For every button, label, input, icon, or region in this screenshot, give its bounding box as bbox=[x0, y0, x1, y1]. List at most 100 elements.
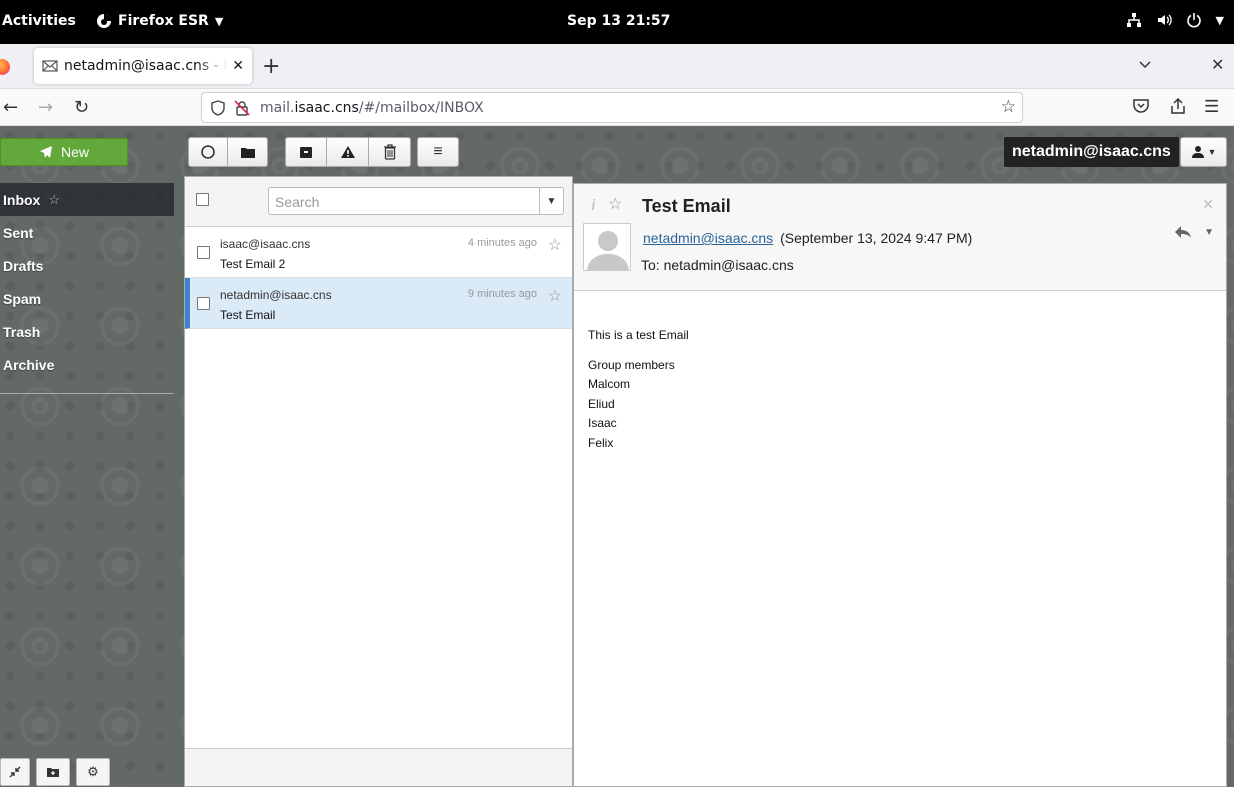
tab-close-icon[interactable]: ✕ bbox=[232, 58, 244, 74]
reply-options-caret-icon[interactable]: ▼ bbox=[1204, 227, 1214, 238]
chevron-down-icon: ▼ bbox=[214, 14, 224, 28]
paper-plane-icon bbox=[39, 146, 52, 158]
browser-nav-bar: ← → ↻ mail.isaac.cns/#/mailbox/INBOX ☆ ☰ bbox=[0, 89, 1234, 126]
url-bar[interactable]: mail.isaac.cns/#/mailbox/INBOX ☆ bbox=[201, 92, 1023, 123]
system-tray[interactable]: ▼ bbox=[1126, 12, 1224, 28]
collapse-arrows-icon[interactable] bbox=[0, 758, 30, 786]
body-line: Group members bbox=[588, 357, 675, 372]
back-arrow-icon[interactable]: ← bbox=[3, 97, 18, 118]
message-list-footer bbox=[185, 748, 572, 786]
star-icon[interactable]: ☆ bbox=[548, 286, 562, 306]
menu-lines-icon: ≡ bbox=[433, 143, 443, 160]
bookmark-star-icon[interactable]: ☆ bbox=[1001, 97, 1016, 117]
hamburger-menu-icon[interactable]: ☰ bbox=[1204, 97, 1219, 117]
info-icon[interactable]: i bbox=[591, 195, 596, 215]
activities-button[interactable]: Activities bbox=[2, 13, 76, 29]
search-box: Search ▼ bbox=[268, 187, 564, 215]
message-subject: Test Email 2 bbox=[220, 257, 286, 271]
power-icon bbox=[1186, 13, 1201, 28]
share-icon[interactable] bbox=[1169, 97, 1187, 115]
folder-trash[interactable]: Trash bbox=[0, 315, 174, 348]
message-view-to: To: netadmin@isaac.cns bbox=[641, 257, 794, 273]
folder-inbox[interactable]: Inbox ☆ bbox=[0, 183, 174, 216]
caret-down-icon: ▼ bbox=[546, 195, 557, 207]
folder-label: Archive bbox=[3, 356, 55, 373]
refresh-spinner-icon bbox=[201, 145, 215, 159]
pocket-icon[interactable] bbox=[1132, 97, 1150, 115]
folder-label: Sent bbox=[3, 224, 34, 241]
message-from: netadmin@isaac.cns bbox=[220, 288, 332, 302]
refresh-group bbox=[188, 137, 268, 167]
folder-label: Drafts bbox=[3, 257, 44, 274]
folder-label: Inbox bbox=[3, 191, 41, 208]
folder-add-icon[interactable] bbox=[36, 758, 70, 786]
spam-button[interactable] bbox=[327, 137, 369, 167]
body-line: This is a test Email bbox=[588, 328, 689, 342]
browser-tab-active[interactable]: netadmin@isaac.cns - Mail ✕ bbox=[34, 48, 252, 84]
message-date: 9 minutes ago bbox=[467, 288, 537, 300]
app-menu-label: Firefox ESR bbox=[118, 13, 209, 29]
sender-link[interactable]: netadmin@isaac.cns bbox=[643, 230, 773, 246]
message-checkbox[interactable] bbox=[197, 246, 210, 259]
search-options-dropdown[interactable]: ▼ bbox=[539, 188, 563, 214]
folder-spam[interactable]: Spam bbox=[0, 282, 174, 315]
message-checkbox[interactable] bbox=[197, 297, 210, 310]
new-message-label: New bbox=[60, 144, 89, 160]
shield-icon bbox=[211, 99, 225, 116]
reply-icon[interactable] bbox=[1174, 225, 1192, 244]
body-line: Felix bbox=[588, 435, 614, 450]
body-line: Malcom bbox=[588, 377, 631, 392]
folder-list: Inbox ☆ Sent Drafts Spam Trash Archive bbox=[0, 183, 174, 394]
url-text: mail.isaac.cns/#/mailbox/INBOX bbox=[260, 100, 484, 116]
network-icon bbox=[1126, 13, 1141, 27]
move-to-folder-button[interactable] bbox=[228, 137, 268, 167]
message-row-selected[interactable]: netadmin@isaac.cns Test Email 9 minutes … bbox=[185, 278, 572, 329]
reload-icon[interactable]: ↻ bbox=[74, 97, 89, 118]
app-menu[interactable]: Firefox ESR ▼ bbox=[96, 13, 223, 29]
message-from: isaac@isaac.cns bbox=[220, 237, 311, 251]
folder-sent[interactable]: Sent bbox=[0, 216, 174, 249]
search-input[interactable]: Search bbox=[269, 188, 539, 214]
firefox-app-icon bbox=[97, 14, 111, 28]
insecure-lock-icon bbox=[234, 99, 250, 116]
left-bottom-toolbar: ⚙ bbox=[0, 758, 110, 786]
account-menu-button[interactable]: ▼ bbox=[1180, 137, 1227, 167]
more-menu-button[interactable]: ≡ bbox=[417, 137, 459, 167]
folder-drafts[interactable]: Drafts bbox=[0, 249, 174, 282]
clock[interactable]: Sep 13 21:57 bbox=[567, 13, 670, 29]
folder-divider bbox=[0, 393, 174, 394]
list-all-tabs-icon[interactable] bbox=[1138, 57, 1152, 71]
webmail-app: New Inbox ☆ Sent Drafts Spam Trash Archi… bbox=[0, 126, 1234, 787]
new-tab-icon[interactable]: + bbox=[262, 54, 280, 79]
url-host: isaac.cns bbox=[294, 99, 359, 116]
archive-box-icon bbox=[300, 146, 312, 158]
forward-arrow-icon[interactable]: → bbox=[38, 97, 53, 118]
close-icon[interactable]: ✕ bbox=[1202, 196, 1214, 213]
url-path: /#/mailbox/INBOX bbox=[358, 99, 484, 116]
star-icon[interactable]: ☆ bbox=[48, 192, 60, 208]
mail-favicon-icon bbox=[42, 60, 58, 72]
body-line: Eliud bbox=[588, 396, 615, 411]
message-view-date: (September 13, 2024 9:47 PM) bbox=[780, 230, 973, 246]
system-top-bar: Activities Firefox ESR ▼ Sep 13 21:57 ▼ bbox=[0, 0, 1234, 44]
folder-archive[interactable]: Archive bbox=[0, 348, 174, 381]
refresh-button[interactable] bbox=[188, 137, 228, 167]
firefox-view-icon[interactable] bbox=[0, 59, 10, 75]
chevron-down-icon: ▼ bbox=[1215, 13, 1224, 27]
star-icon[interactable]: ☆ bbox=[548, 235, 562, 255]
delete-button[interactable] bbox=[369, 137, 411, 167]
warning-icon bbox=[340, 146, 355, 158]
select-all-checkbox[interactable] bbox=[196, 193, 209, 206]
tab-title: netadmin@isaac.cns - Mail bbox=[64, 58, 228, 74]
message-view-header: i ☆ Test Email ✕ netadmin@isaac.cns (Sep… bbox=[574, 184, 1226, 291]
star-icon[interactable]: ☆ bbox=[608, 194, 622, 214]
window-close-icon[interactable]: ✕ bbox=[1211, 55, 1224, 75]
gear-icon[interactable]: ⚙ bbox=[76, 758, 110, 786]
archive-button[interactable] bbox=[285, 137, 327, 167]
message-list-header: Search ▼ bbox=[185, 177, 572, 227]
message-list-pane: Search ▼ isaac@isaac.cns Test Email 2 4 … bbox=[184, 176, 573, 787]
user-icon bbox=[1191, 146, 1204, 158]
new-message-button[interactable]: New bbox=[0, 138, 128, 166]
url-prefix: mail. bbox=[260, 99, 295, 116]
message-row[interactable]: isaac@isaac.cns Test Email 2 4 minutes a… bbox=[185, 227, 572, 278]
